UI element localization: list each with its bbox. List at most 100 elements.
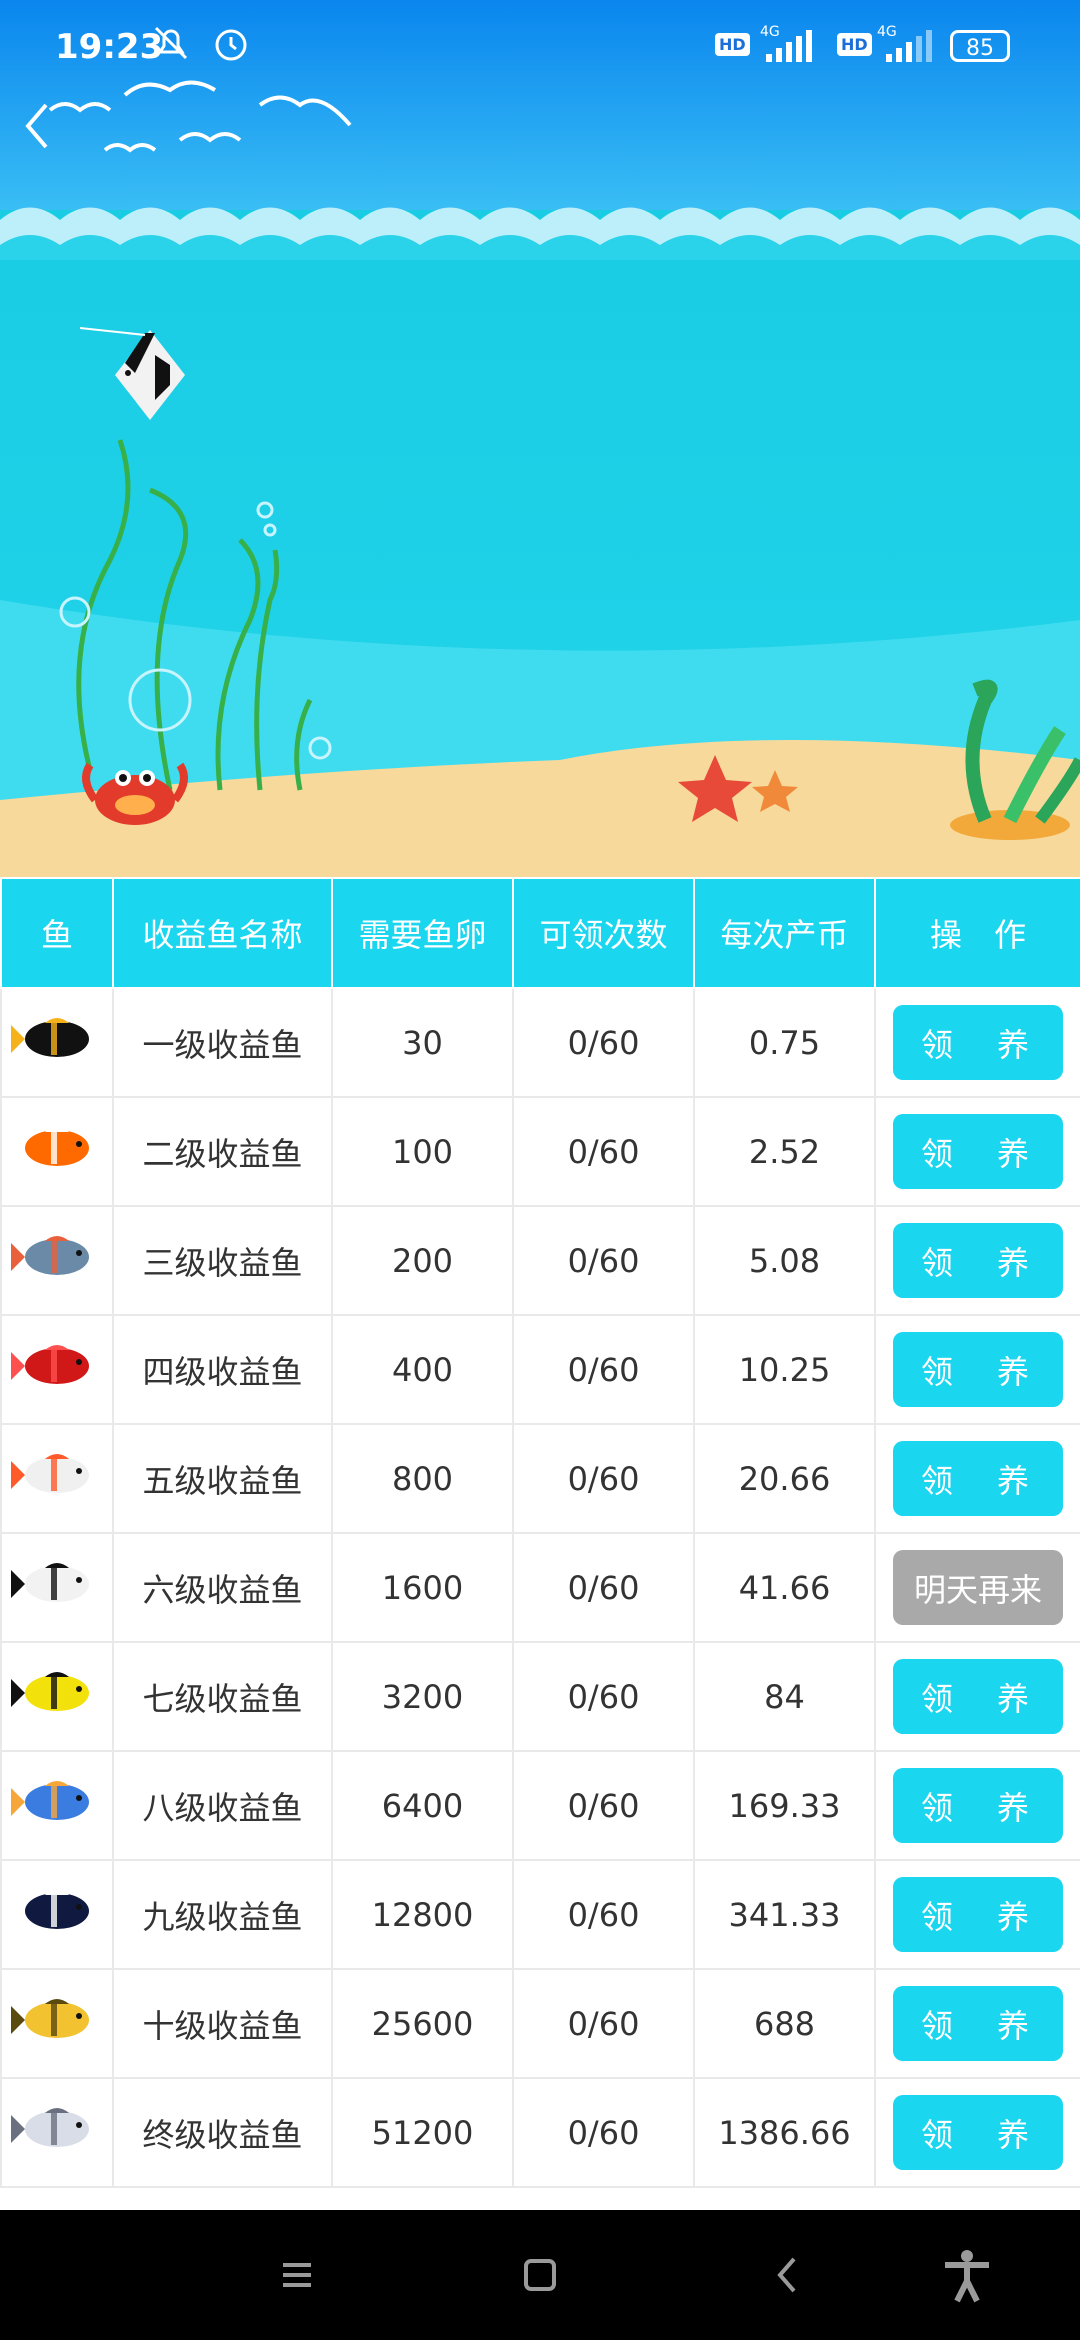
battery-icon: 85 [950,30,1010,62]
fish-name: 四级收益鱼 [112,1314,333,1425]
fish-name: 一级收益鱼 [112,987,333,1098]
fish-image-cell [0,1859,114,1970]
hd-badge-2: HD [837,33,872,56]
fish-icon [11,1562,89,1602]
table-row: 十级收益鱼 25600 0/60 688 领 养 [0,1968,1080,2079]
claim-count: 0/60 [512,1750,695,1861]
adopt-button[interactable]: 领 养 [893,1768,1063,1843]
table-row: 五级收益鱼 800 0/60 20.66 领 养 [0,1423,1080,1534]
claim-count: 0/60 [512,1641,695,1752]
action-cell: 领 养 [874,1641,1080,1752]
fish-name: 六级收益鱼 [112,1532,333,1643]
required-eggs: 200 [331,1205,514,1316]
fish-image-cell [0,2077,114,2188]
fish-table: 鱼 收益鱼名称 需要鱼卵 可领次数 每次产币 操 作 一级收益鱼 30 0/60 0.… [0,877,1080,2188]
coins-per-claim: 688 [693,1968,876,2079]
fish-image-cell [0,1096,114,1207]
fish-name: 十级收益鱼 [112,1968,333,2079]
required-eggs: 100 [331,1096,514,1207]
adopt-button[interactable]: 领 养 [893,1441,1063,1516]
adopt-button[interactable]: 领 养 [893,1659,1063,1734]
header-fish: 鱼 [0,877,114,989]
status-time: 19:23 [55,27,164,67]
required-eggs: 51200 [331,2077,514,2188]
home-icon[interactable] [510,2245,570,2305]
adopt-button[interactable]: 领 养 [893,1005,1063,1080]
fish-icon [11,1780,89,1820]
battery-level: 85 [966,36,994,61]
table-row: 终级收益鱼 51200 0/60 1386.66 领 养 [0,2077,1080,2188]
fish-image-cell [0,1314,114,1425]
coins-per-claim: 41.66 [693,1532,876,1643]
required-eggs: 3200 [331,1641,514,1752]
back-arrow-icon [25,103,48,149]
claim-count: 0/60 [512,987,695,1098]
header-action: 操 作 [874,877,1080,989]
come-back-tomorrow-button[interactable]: 明天再来 [893,1550,1063,1625]
table-header-row: 鱼 收益鱼名称 需要鱼卵 可领次数 每次产币 操 作 [0,877,1080,989]
ocean-illustration [0,0,1080,877]
signal-icon [766,30,812,62]
adopt-button[interactable]: 领 养 [893,2095,1063,2170]
fish-name: 七级收益鱼 [112,1641,333,1752]
fish-name: 二级收益鱼 [112,1096,333,1207]
action-cell: 领 养 [874,2077,1080,2188]
fish-image-cell [0,1532,114,1643]
adopt-button[interactable]: 领 养 [893,1332,1063,1407]
accessibility-icon[interactable] [937,2245,997,2305]
coins-per-claim: 1386.66 [693,2077,876,2188]
coins-per-claim: 84 [693,1641,876,1752]
adopt-button[interactable]: 领 养 [893,1114,1063,1189]
fish-icon [11,1453,89,1493]
claim-count: 0/60 [512,1423,695,1534]
coins-per-claim: 20.66 [693,1423,876,1534]
fish-image-cell [0,987,114,1098]
required-eggs: 30 [331,987,514,1098]
adopt-button[interactable]: 领 养 [893,1877,1063,1952]
action-cell: 领 养 [874,1859,1080,1970]
header-eggs: 需要鱼卵 [331,877,514,989]
required-eggs: 6400 [331,1750,514,1861]
system-nav-bar [0,2210,1080,2340]
menu-icon[interactable] [267,2245,327,2305]
fish-icon [11,1671,89,1711]
action-cell: 领 养 [874,1423,1080,1534]
table-row: 三级收益鱼 200 0/60 5.08 领 养 [0,1205,1080,1316]
signal-icon-2 [886,30,932,62]
claim-count: 0/60 [512,1532,695,1643]
fish-icon [11,2107,89,2147]
fish-icon [11,1998,89,2038]
fish-name: 三级收益鱼 [112,1205,333,1316]
action-cell: 明天再来 [874,1532,1080,1643]
table-row: 七级收益鱼 3200 0/60 84 领 养 [0,1641,1080,1752]
coins-per-claim: 2.52 [693,1096,876,1207]
table-row: 四级收益鱼 400 0/60 10.25 领 养 [0,1314,1080,1425]
table-row: 八级收益鱼 6400 0/60 169.33 领 养 [0,1750,1080,1861]
claim-count: 0/60 [512,1096,695,1207]
mute-bell-icon [154,26,188,60]
claim-count: 0/60 [512,1968,695,2079]
coins-per-claim: 5.08 [693,1205,876,1316]
fish-image-cell [0,1205,114,1316]
adopt-button[interactable]: 领 养 [893,1223,1063,1298]
required-eggs: 800 [331,1423,514,1534]
table-row: 九级收益鱼 12800 0/60 341.33 领 养 [0,1859,1080,1970]
adopt-button[interactable]: 领 养 [893,1986,1063,2061]
fish-icon [11,1889,89,1929]
fish-name: 九级收益鱼 [112,1859,333,1970]
required-eggs: 1600 [331,1532,514,1643]
required-eggs: 400 [331,1314,514,1425]
fish-name: 终级收益鱼 [112,2077,333,2188]
nav-back-icon[interactable] [758,2245,818,2305]
coins-per-claim: 341.33 [693,1859,876,1970]
required-eggs: 12800 [331,1859,514,1970]
claim-count: 0/60 [512,1314,695,1425]
fish-icon [11,1235,89,1275]
header-coins: 每次产币 [693,877,876,989]
table-row: 六级收益鱼 1600 0/60 41.66 明天再来 [0,1532,1080,1643]
action-cell: 领 养 [874,1205,1080,1316]
back-button[interactable] [12,96,62,156]
fish-icon [11,1344,89,1384]
fish-name: 五级收益鱼 [112,1423,333,1534]
fish-icon [11,1126,89,1166]
